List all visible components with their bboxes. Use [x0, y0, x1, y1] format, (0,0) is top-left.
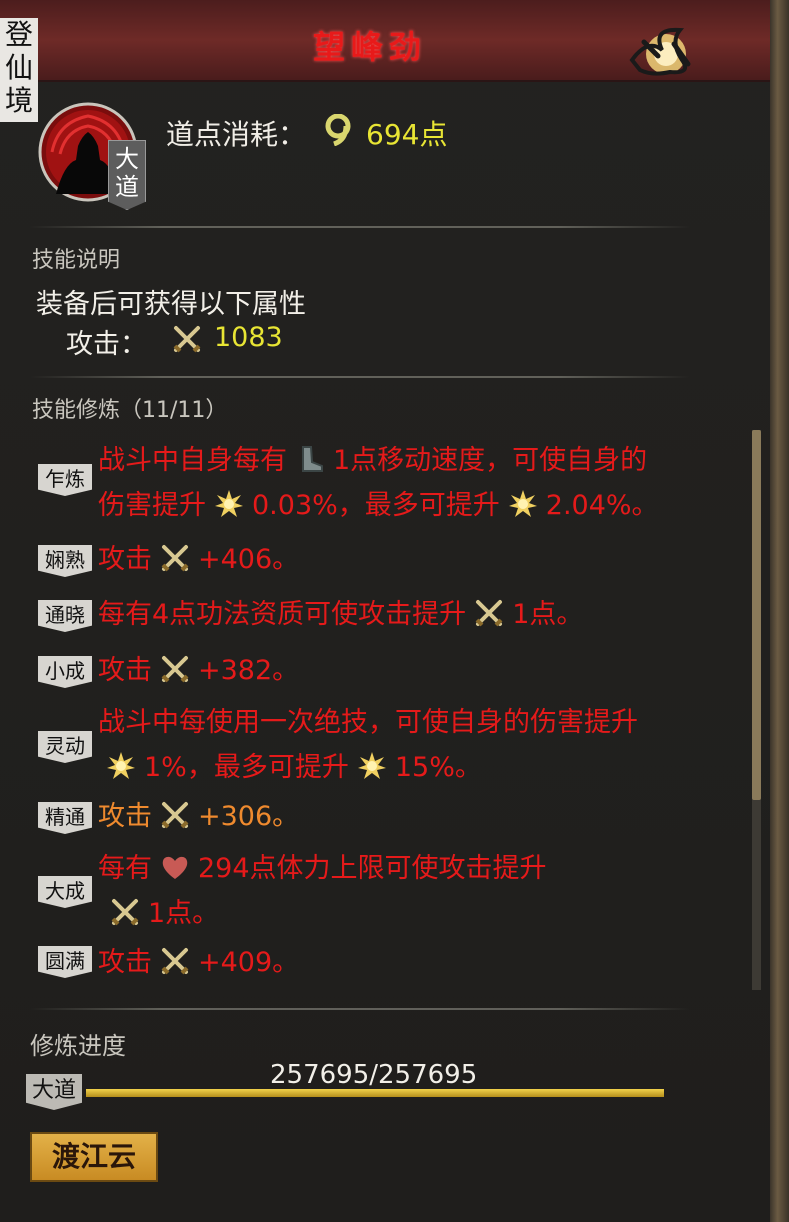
- dao-point-icon: [325, 114, 351, 146]
- cultivation-tier-tag: 大成: [38, 876, 92, 908]
- progress-tag: 大道: [26, 1074, 82, 1110]
- progress-label: 修炼进度: [30, 1032, 126, 1060]
- panel-right-border: [770, 0, 789, 1222]
- effect-text-segment: 1点。: [512, 599, 584, 630]
- realm-button[interactable]: 渡江云: [30, 1132, 158, 1182]
- effect-text-segment: 战斗中自身每有: [98, 445, 287, 476]
- effect-text-segment: 伤害提升: [98, 490, 206, 521]
- sword-icon: [160, 653, 190, 683]
- cultivation-effect-text: 攻击 +306。: [98, 794, 299, 839]
- effect-line: 攻击 +409。: [98, 940, 299, 985]
- cultivation-effect-text: 攻击 +382。: [98, 648, 299, 693]
- effect-text-segment: +306。: [198, 801, 300, 832]
- effect-text-segment: 每有4点功法资质可使攻击提升: [98, 599, 467, 630]
- attack-label: 攻击：: [66, 329, 147, 360]
- burst-icon: [357, 750, 387, 780]
- skill-tier-tag: 大道: [108, 140, 146, 210]
- sword-icon: [474, 597, 504, 627]
- cultivation-tier-tag: 乍炼: [38, 464, 92, 496]
- cultivation-effect-text: 每有 294点体力上限可使攻击提升 1点。: [98, 846, 547, 936]
- boot-icon: [295, 443, 325, 473]
- sword-icon: [173, 326, 201, 353]
- burst-icon: [508, 488, 538, 518]
- cultivation-tier-tag: 通晓: [38, 600, 92, 632]
- effect-text-segment: 0.03%，最多可提升: [252, 490, 500, 521]
- effect-line: 战斗中每使用一次绝技，可使自身的伤害提升: [98, 700, 638, 745]
- effect-text-segment: 攻击: [98, 947, 152, 978]
- burst-icon: [214, 488, 244, 518]
- attack-value: 1083: [214, 322, 283, 353]
- title-bar: 望峰劲: [0, 0, 770, 82]
- cost-label: 道点消耗：: [166, 118, 307, 151]
- divider: [30, 1008, 690, 1010]
- effect-text-segment: 1%，最多可提升: [144, 752, 349, 783]
- progress-text: 257695/257695: [270, 1060, 478, 1090]
- scrollbar-thumb[interactable]: [752, 430, 761, 800]
- effect-line: 1点。: [98, 891, 547, 936]
- heart-icon: [160, 851, 190, 881]
- sword-icon: [110, 896, 140, 926]
- effect-text-segment: 15%。: [394, 752, 482, 783]
- cultivation-effect-text: 战斗中每使用一次绝技，可使自身的伤害提升 1%，最多可提升 15%。: [98, 700, 638, 790]
- cultivation-effect-text: 攻击 +409。: [98, 940, 299, 985]
- realm-badge: 登仙境: [0, 18, 38, 122]
- cultivation-tier-tag: 娴熟: [38, 545, 92, 577]
- effect-line: 1%，最多可提升 15%。: [98, 745, 638, 790]
- cultivation-tier-tag: 圆满: [38, 946, 92, 978]
- cultivation-effect-text: 每有4点功法资质可使攻击提升 1点。: [98, 592, 583, 637]
- effect-text-segment: 攻击: [98, 655, 152, 686]
- burst-icon: [106, 750, 136, 780]
- description-text: 装备后可获得以下属性: [36, 289, 306, 320]
- cost-value: 694点: [366, 118, 448, 151]
- cultivation-section-title: 技能修炼（11/11）: [32, 398, 228, 423]
- progress-fill: [86, 1089, 664, 1097]
- effect-line: 攻击 +382。: [98, 648, 299, 693]
- effect-line: 战斗中自身每有 1点移动速度，可使自身的: [98, 438, 659, 483]
- effect-line: 攻击 +406。: [98, 537, 299, 582]
- effect-line: 每有 294点体力上限可使攻击提升: [98, 846, 547, 891]
- effect-text-segment: +382。: [198, 655, 300, 686]
- divider: [30, 226, 690, 228]
- effect-line: 伤害提升 0.03%，最多可提升 2.04%。: [98, 483, 659, 528]
- cultivation-effect-text: 战斗中自身每有 1点移动速度，可使自身的伤害提升 0.03%，最多可提升 2.04%。: [98, 438, 659, 528]
- effect-text-segment: 1点。: [148, 898, 220, 929]
- effect-line: 攻击 +306。: [98, 794, 299, 839]
- effect-text-segment: 攻击: [98, 544, 152, 575]
- cultivation-tier-tag: 精通: [38, 802, 92, 834]
- effect-text-segment: 1点移动速度，可使自身的: [333, 445, 648, 476]
- xinfa-emblem-icon: [629, 27, 691, 76]
- effect-text-segment: 攻击: [98, 801, 152, 832]
- divider: [30, 376, 690, 378]
- sword-icon: [160, 799, 190, 829]
- cultivation-tier-tag: 灵动: [38, 731, 92, 763]
- effect-text-segment: +409。: [198, 947, 300, 978]
- effect-text-segment: +406。: [198, 544, 300, 575]
- sword-icon: [160, 945, 190, 975]
- effect-text-segment: 战斗中每使用一次绝技，可使自身的伤害提升: [98, 707, 638, 738]
- cultivation-effect-text: 攻击 +406。: [98, 537, 299, 582]
- effect-text-segment: 2.04%。: [545, 490, 659, 521]
- sword-icon: [160, 542, 190, 572]
- description-section-title: 技能说明: [32, 248, 121, 273]
- cultivation-tier-tag: 小成: [38, 656, 92, 688]
- effect-text-segment: 每有: [98, 853, 152, 884]
- effect-text-segment: 294点体力上限可使攻击提升: [198, 853, 547, 884]
- effect-line: 每有4点功法资质可使攻击提升 1点。: [98, 592, 583, 637]
